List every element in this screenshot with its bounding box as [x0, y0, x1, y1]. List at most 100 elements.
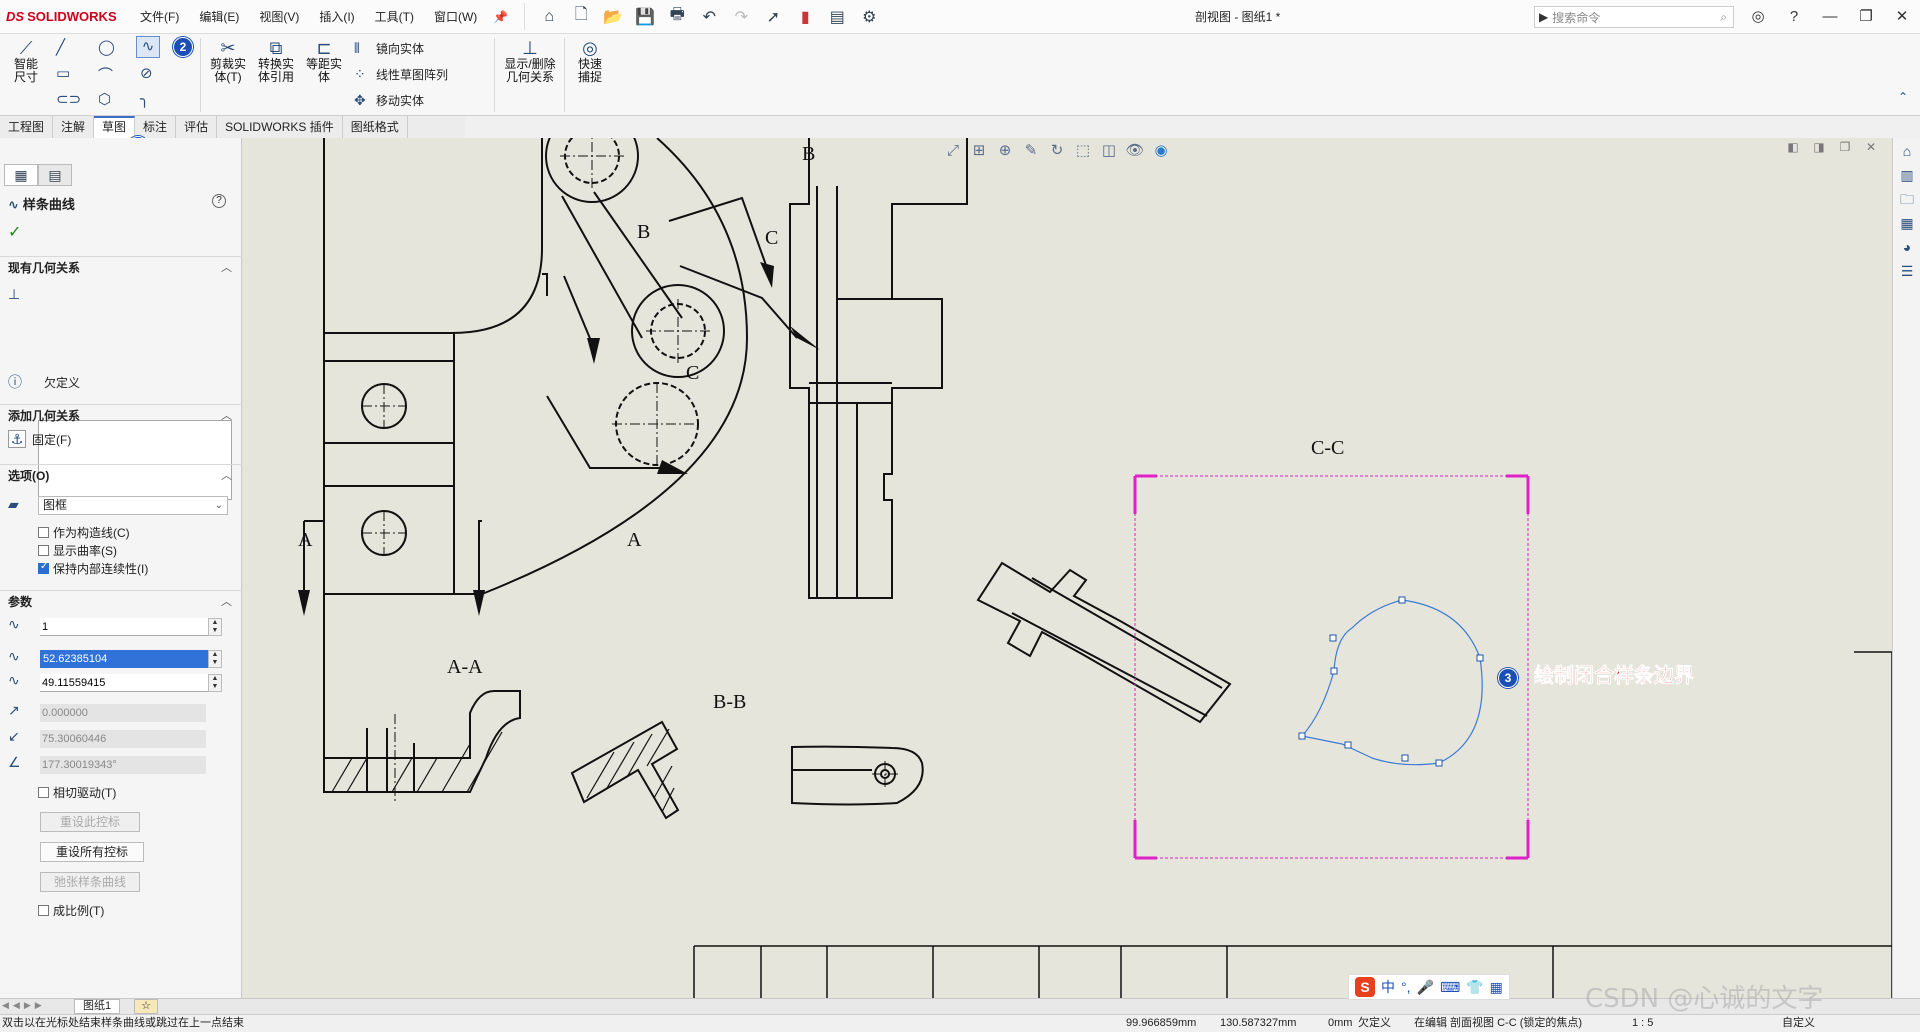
- fix-relation-button[interactable]: ⚓ 固定(F): [8, 430, 71, 448]
- status-units[interactable]: 自定义: [1782, 1015, 1815, 1032]
- tab-evaluate[interactable]: 评估: [176, 116, 218, 138]
- search-input[interactable]: 搜索命令: [1552, 9, 1720, 26]
- solidworks-logo[interactable]: DS SOLIDWORKS: [0, 9, 130, 24]
- status-scale[interactable]: 1 : 5: [1632, 1015, 1653, 1032]
- help-icon[interactable]: ?: [212, 194, 226, 208]
- restore-icon[interactable]: ❐: [1848, 0, 1884, 34]
- rebuild-icon[interactable]: ▮: [789, 7, 821, 27]
- circle-icon[interactable]: ◯: [98, 38, 115, 56]
- hide-show-icon[interactable]: ◫: [1096, 141, 1122, 159]
- new-document-icon[interactable]: 🗋: [565, 3, 597, 30]
- help-icon[interactable]: ?: [1776, 0, 1812, 34]
- search-box[interactable]: ▶ 搜索命令 ⌕: [1534, 6, 1734, 28]
- add-sheet-icon[interactable]: ☆: [134, 999, 158, 1014]
- spin-arrows-icon[interactable]: ▲ ▼: [208, 650, 222, 668]
- collapse-icon[interactable]: ︿: [221, 257, 232, 279]
- y-coordinate-input[interactable]: [40, 674, 208, 692]
- appearance-icon[interactable]: ◉: [1148, 141, 1174, 159]
- toolbox-icon[interactable]: ▦: [1490, 979, 1503, 996]
- spin-arrows-icon[interactable]: ▲ ▼: [208, 618, 222, 636]
- custom-properties-icon[interactable]: ☰: [1895, 260, 1919, 282]
- slot-icon[interactable]: ⊂⊃: [56, 90, 81, 108]
- viewport-restore-icon[interactable]: ❐: [1832, 140, 1858, 154]
- resources-home-icon[interactable]: ⌂: [1895, 140, 1919, 162]
- appearances-icon[interactable]: ◕: [1895, 236, 1919, 258]
- reset-this-handle-button[interactable]: 重设此控标: [40, 812, 140, 832]
- menu-view[interactable]: 视图(V): [249, 0, 309, 34]
- opt-keep-continuity-checkbox[interactable]: 保持内部连续性(I): [38, 560, 148, 577]
- spin-arrows-icon[interactable]: ▲ ▼: [208, 674, 222, 692]
- close-icon[interactable]: ✕: [1884, 0, 1920, 34]
- menu-file[interactable]: 文件(F): [130, 0, 189, 34]
- open-icon[interactable]: 📂: [597, 7, 629, 27]
- menu-window[interactable]: 窗口(W): [424, 0, 487, 34]
- rotate-icon[interactable]: ↻: [1044, 141, 1070, 159]
- tangent-driving-checkbox[interactable]: 相切驱动(T): [38, 784, 116, 801]
- punctuation-icon[interactable]: °,: [1401, 979, 1411, 995]
- file-explorer-icon[interactable]: 🗀: [1895, 188, 1919, 210]
- ok-check-icon[interactable]: ✓: [8, 222, 21, 242]
- tab-addins[interactable]: SOLIDWORKS 插件: [217, 116, 343, 138]
- design-library-icon[interactable]: ▥: [1895, 164, 1919, 186]
- viewport-close-icon[interactable]: ✕: [1858, 140, 1884, 154]
- menu-tools[interactable]: 工具(T): [365, 0, 424, 34]
- sheet-tab[interactable]: 图纸1: [74, 999, 121, 1014]
- menu-edit[interactable]: 编辑(E): [189, 0, 249, 34]
- pin-icon[interactable]: 📌: [487, 10, 514, 24]
- options-gear-icon[interactable]: ⚙: [853, 7, 885, 27]
- undo-icon[interactable]: ↶: [693, 7, 725, 27]
- save-icon[interactable]: 💾: [629, 7, 661, 27]
- ellipse-icon[interactable]: ⊘: [140, 64, 153, 82]
- tab-annotation[interactable]: 注解: [53, 116, 95, 138]
- offset-entities-button[interactable]: ⊏ 等距实体: [302, 38, 346, 84]
- section-add-relations[interactable]: 添加几何关系 ︿: [0, 404, 242, 424]
- feature-tree-tab-icon[interactable]: ▤: [38, 164, 72, 186]
- arc-icon[interactable]: ⌒: [98, 64, 113, 85]
- redo-icon[interactable]: ↷: [725, 7, 757, 27]
- tab-sketch[interactable]: 草图: [94, 116, 136, 138]
- collapse-icon[interactable]: ︿: [221, 465, 232, 487]
- opt-construction-checkbox[interactable]: 作为构造线(C): [38, 524, 130, 541]
- viewport-next-icon[interactable]: ◨: [1806, 140, 1832, 154]
- quick-snap-button[interactable]: ◎ 快速捕捉: [568, 38, 612, 84]
- mirror-entities-button[interactable]: ⫴ 镜向实体: [354, 40, 424, 57]
- tab-markup[interactable]: 标注: [135, 116, 177, 138]
- tab-sheet-format[interactable]: 图纸格式: [343, 116, 408, 138]
- keyboard-icon[interactable]: ⌨: [1440, 979, 1460, 996]
- spline-icon[interactable]: ∿: [136, 36, 160, 58]
- relax-spline-button[interactable]: 弛张样条曲线: [40, 872, 140, 892]
- trim-entities-button[interactable]: ✂ 剪裁实体(T): [206, 38, 250, 84]
- section-options[interactable]: 选项(O) ︿: [0, 464, 242, 484]
- minimize-icon[interactable]: —: [1812, 0, 1848, 34]
- file-properties-icon[interactable]: ▤: [821, 7, 853, 27]
- skin-icon[interactable]: 👕: [1466, 979, 1483, 996]
- collapse-ribbon-icon[interactable]: ⌃: [1898, 90, 1908, 104]
- rectangle-icon[interactable]: ▭: [56, 64, 70, 82]
- print-icon[interactable]: 🖶: [661, 3, 693, 30]
- zoom-to-fit-icon[interactable]: ⤢: [940, 142, 966, 159]
- collapse-icon[interactable]: ︿: [221, 405, 232, 427]
- opt-show-curvature-checkbox[interactable]: 显示曲率(S): [38, 542, 117, 559]
- property-manager-tab-icon[interactable]: ▦: [4, 164, 38, 186]
- convert-entities-button[interactable]: ⧉ 转换实体引用: [254, 38, 298, 84]
- drawing-canvas[interactable]: A A B B C C A-A B-B C-C 绘制闭合样条边界 3 ⤢ ⊞ ⊕…: [242, 138, 1892, 998]
- smart-dimension-button[interactable]: ⟋ 智能尺寸: [4, 38, 48, 84]
- ime-mode[interactable]: 中: [1381, 977, 1395, 997]
- sheet-nav-arrows[interactable]: ◀◀▶▶: [2, 1000, 46, 1011]
- line-icon[interactable]: ╱: [56, 38, 65, 56]
- account-icon[interactable]: ◎: [1740, 0, 1776, 34]
- menu-insert[interactable]: 插入(I): [309, 0, 364, 34]
- fillet-icon[interactable]: ╮: [140, 90, 149, 108]
- x-coordinate-input[interactable]: [40, 650, 208, 668]
- proportional-checkbox[interactable]: 成比例(T): [38, 902, 104, 919]
- view-palette-icon[interactable]: ▦: [1895, 212, 1919, 234]
- style-select[interactable]: 图框 ⌄: [38, 496, 228, 515]
- zoom-to-area-icon[interactable]: ⊞: [966, 141, 992, 159]
- microphone-icon[interactable]: 🎤: [1417, 979, 1434, 996]
- select-arrow-icon[interactable]: ➚: [757, 7, 789, 27]
- viewport-prev-icon[interactable]: ◧: [1780, 140, 1806, 154]
- home-icon[interactable]: ⌂: [533, 8, 565, 26]
- drawing-sheet[interactable]: A A B B C C A-A B-B C-C 绘制闭合样条边界: [242, 138, 1892, 998]
- sketch-icon[interactable]: ✎: [1018, 141, 1044, 159]
- point-number-input[interactable]: [40, 618, 208, 636]
